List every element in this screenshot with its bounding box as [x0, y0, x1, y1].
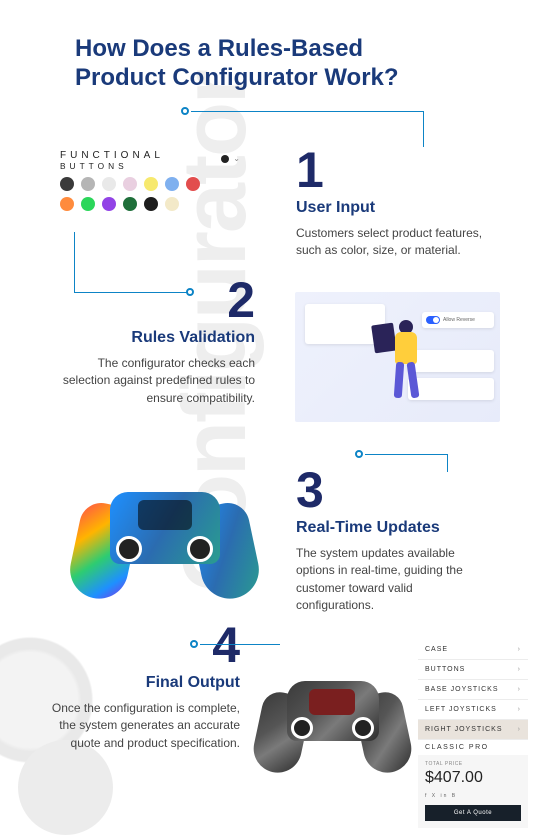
color-swatch	[165, 197, 179, 211]
spec-row[interactable]: CASE›	[418, 640, 528, 660]
step-2: 2 Rules Validation The configurator chec…	[50, 275, 255, 407]
color-swatch	[144, 197, 158, 211]
color-swatch	[102, 177, 116, 191]
chevron-right-icon: ›	[518, 646, 521, 653]
page-title: How Does a Rules-Based Product Configura…	[0, 0, 420, 93]
step-body: Customers select product features, such …	[296, 225, 491, 260]
color-swatch	[123, 197, 137, 211]
connector-line	[423, 111, 424, 147]
step-heading: User Input	[296, 199, 491, 217]
connector-line	[74, 292, 189, 293]
color-swatch	[81, 177, 95, 191]
step-heading: Rules Validation	[131, 329, 255, 347]
step-3: 3 Real-Time Updates The system updates a…	[296, 465, 491, 615]
color-swatch	[102, 197, 116, 211]
price-label: TOTAL PRICE	[418, 755, 528, 769]
connector-dot	[186, 288, 194, 296]
step-body: The configurator checks each selection a…	[60, 355, 255, 407]
share-icons: f X in B	[418, 793, 528, 805]
step-heading: Final Output	[146, 674, 240, 692]
step-number: 1	[296, 145, 491, 195]
color-swatch	[60, 197, 74, 211]
step-heading: Real-Time Updates	[296, 519, 491, 537]
chevron-right-icon: ›	[518, 686, 521, 693]
decor-ring	[18, 740, 113, 835]
spec-row[interactable]: BUTTONS›	[418, 660, 528, 680]
color-swatch	[60, 177, 74, 191]
color-swatch	[186, 177, 200, 191]
chevron-right-icon: ›	[518, 726, 521, 733]
step-body: The system updates available options in …	[296, 545, 491, 615]
connector-dot	[355, 450, 363, 458]
connector-dot	[190, 640, 198, 648]
spec-row[interactable]: BASE JOYSTICKS›	[418, 680, 528, 700]
chevron-down-icon: ⌄	[233, 154, 240, 163]
color-picker: ⌄	[221, 154, 240, 163]
spec-row[interactable]: RIGHT JOYSTICKS›	[418, 720, 528, 740]
color-swatch	[165, 177, 179, 191]
quote-button[interactable]: Get A Quote	[425, 805, 521, 821]
connector-dot	[181, 107, 189, 115]
connector-line	[200, 644, 280, 645]
connector-line	[191, 111, 423, 112]
step-number: 4	[212, 620, 240, 670]
spec-row[interactable]: LEFT JOYSTICKS›	[418, 700, 528, 720]
step-body: Once the configuration is complete, the …	[45, 700, 240, 752]
connector-line	[447, 454, 448, 472]
price-value: $407.00	[418, 769, 528, 793]
step-number: 3	[296, 465, 491, 515]
controller-illustration	[255, 675, 410, 775]
step-number: 2	[227, 275, 255, 325]
chevron-right-icon: ›	[518, 706, 521, 713]
connector-line	[365, 454, 447, 455]
color-swatch	[81, 197, 95, 211]
rules-illustration: Allow Reverse	[295, 292, 500, 422]
spec-card: CASE›BUTTONS›BASE JOYSTICKS›LEFT JOYSTIC…	[418, 640, 528, 828]
controller-illustration	[72, 486, 257, 606]
color-swatch	[144, 177, 158, 191]
chevron-right-icon: ›	[518, 666, 521, 673]
spec-subrow: CLASSIC PRO	[418, 740, 528, 755]
step-4: 4 Final Output Once the configuration is…	[40, 620, 240, 752]
color-swatch	[123, 177, 137, 191]
toggle-allow-reverse: Allow Reverse	[426, 316, 490, 324]
step-1: 1 User Input Customers select product fe…	[296, 145, 491, 260]
connector-line	[74, 232, 75, 292]
person-icon	[385, 320, 425, 400]
swatches-panel: FUNCTIONAL BUTTONS ⌄	[60, 150, 250, 211]
